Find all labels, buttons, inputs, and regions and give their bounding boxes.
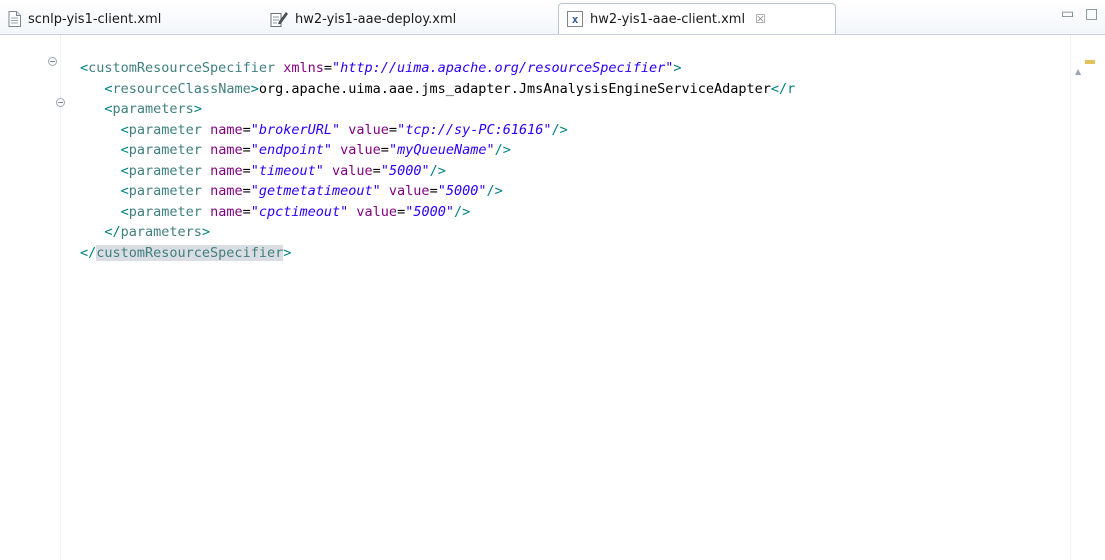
attribute-value: "http://uima.apache.org/resourceSpecifie… bbox=[332, 60, 674, 76]
attribute-value: "5000" bbox=[437, 183, 487, 199]
tab-hw2-yis1-aae-client[interactable]: x hw2-yis1-aae-client.xml ☒ bbox=[558, 3, 836, 34]
tab-label: hw2-yis1-aae-client.xml bbox=[590, 11, 746, 27]
attribute-value: "endpoint" bbox=[250, 142, 333, 158]
attribute-name: value bbox=[348, 121, 389, 138]
tag-bracket: /> bbox=[429, 162, 446, 179]
fold-collapse-icon[interactable] bbox=[56, 98, 65, 107]
attribute-name: value bbox=[356, 203, 398, 220]
source-text[interactable]: <customResourceSpecifier xmlns="http://u… bbox=[80, 58, 1040, 263]
tag-name: parameters bbox=[112, 101, 194, 117]
tag-name: customResourceSpecifier bbox=[88, 60, 276, 76]
tab-label: hw2-yis1-aae-deploy.xml bbox=[295, 11, 457, 27]
warning-marker[interactable] bbox=[1085, 60, 1095, 64]
tag-name: parameter bbox=[128, 142, 202, 158]
attribute-value: "cpctimeout" bbox=[250, 203, 349, 220]
tab-label: scnlp-yis1-client.xml bbox=[28, 11, 162, 27]
vertical-ruler bbox=[0, 35, 65, 560]
code-line[interactable]: <parameter name="cpctimeout" value="5000… bbox=[80, 202, 1040, 223]
tag-name: parameter bbox=[128, 121, 202, 138]
overview-ruler: ▲ bbox=[1070, 35, 1105, 560]
tag-bracket: </ bbox=[104, 224, 121, 240]
tag-bracket: < bbox=[120, 183, 129, 199]
attribute-value: "5000" bbox=[380, 162, 430, 179]
attribute-value: "brokerURL" bbox=[250, 121, 341, 138]
tag-bracket: /> bbox=[486, 183, 503, 199]
tag-name: parameters bbox=[120, 224, 202, 240]
tab-hw2-yis1-aae-deploy[interactable]: hw2-yis1-aae-deploy.xml bbox=[270, 4, 456, 34]
tag-name: parameter bbox=[128, 183, 202, 199]
code-line[interactable]: </customResourceSpecifier> bbox=[80, 243, 1040, 264]
attribute-name: name bbox=[210, 203, 243, 220]
tag-bracket: < bbox=[120, 142, 129, 158]
tag-bracket: </ bbox=[80, 244, 97, 261]
tag-name: parameter bbox=[128, 162, 202, 179]
code-line[interactable]: <parameter name="brokerURL" value="tcp:/… bbox=[80, 120, 1040, 141]
xml-file-icon: x bbox=[567, 11, 583, 27]
tab-scnlp-yis1-client[interactable]: scnlp-yis1-client.xml bbox=[8, 4, 161, 34]
code-line[interactable]: <parameter name="timeout" value="5000"/> bbox=[80, 161, 1040, 182]
tag-bracket: > bbox=[283, 244, 292, 261]
attribute-value: "myQueueName" bbox=[388, 142, 495, 158]
code-line[interactable]: <customResourceSpecifier xmlns="http://u… bbox=[80, 58, 1040, 79]
tag-bracket: > bbox=[673, 60, 682, 76]
edit-file-icon bbox=[270, 11, 288, 27]
element-text: org.apache.uima.aae.jms_adapter.JmsAnaly… bbox=[258, 80, 771, 97]
tag-name: resourceClassName bbox=[112, 80, 251, 97]
attribute-name: value bbox=[340, 142, 381, 158]
code-line[interactable]: <parameters> bbox=[80, 99, 1040, 120]
attribute-name: name bbox=[210, 162, 243, 179]
attribute-name: value bbox=[388, 183, 430, 199]
closing-tag-fragment: </r bbox=[770, 80, 796, 97]
tag-bracket: < bbox=[120, 203, 129, 220]
tag-bracket: > bbox=[193, 101, 202, 117]
tag-bracket: < bbox=[120, 162, 129, 179]
tag-bracket: /> bbox=[453, 203, 471, 220]
attribute-value: "timeout" bbox=[250, 162, 324, 179]
tag-bracket: > bbox=[250, 80, 259, 97]
attribute-value: "tcp://sy-PC:61616" bbox=[397, 121, 552, 138]
code-line[interactable]: <parameter name="endpoint" value="myQueu… bbox=[80, 140, 1040, 161]
attribute-name: xmlns bbox=[283, 60, 324, 76]
tag-name: customResourceSpecifier bbox=[96, 244, 284, 261]
tag-bracket: < bbox=[80, 60, 89, 76]
xml-editor[interactable]: <customResourceSpecifier xmlns="http://u… bbox=[0, 35, 1105, 560]
attribute-value: "5000" bbox=[405, 203, 454, 220]
attribute-name: name bbox=[210, 121, 243, 138]
tag-bracket: > bbox=[201, 224, 211, 240]
tag-bracket: < bbox=[120, 121, 129, 138]
scroll-up-icon[interactable]: ▲ bbox=[1075, 67, 1081, 76]
code-line[interactable]: </parameters> bbox=[80, 222, 1040, 243]
fold-collapse-icon[interactable] bbox=[48, 57, 57, 66]
attribute-name: name bbox=[210, 142, 243, 158]
text-file-icon bbox=[8, 11, 21, 27]
tag-bracket: /> bbox=[551, 121, 568, 138]
tag-bracket: < bbox=[104, 80, 113, 97]
tag-name: parameter bbox=[128, 203, 202, 220]
attribute-value: "getmetatimeout" bbox=[250, 183, 381, 199]
tag-bracket: /> bbox=[494, 142, 511, 158]
code-line[interactable]: <resourceClassName>org.apache.uima.aae.j… bbox=[80, 79, 1040, 100]
close-tab-icon[interactable]: ☒ bbox=[755, 12, 766, 26]
maximize-icon[interactable]: □ bbox=[1085, 6, 1098, 22]
editor-tab-bar: scnlp-yis1-client.xml hw2-yis1-aae-deplo… bbox=[0, 0, 1105, 35]
minimize-icon[interactable]: ▭ bbox=[1061, 6, 1074, 22]
code-line[interactable]: <parameter name="getmetatimeout" value="… bbox=[80, 181, 1040, 202]
svg-text:x: x bbox=[572, 13, 579, 26]
attribute-name: value bbox=[332, 162, 373, 179]
tag-bracket: < bbox=[104, 101, 113, 117]
attribute-name: name bbox=[210, 183, 243, 199]
